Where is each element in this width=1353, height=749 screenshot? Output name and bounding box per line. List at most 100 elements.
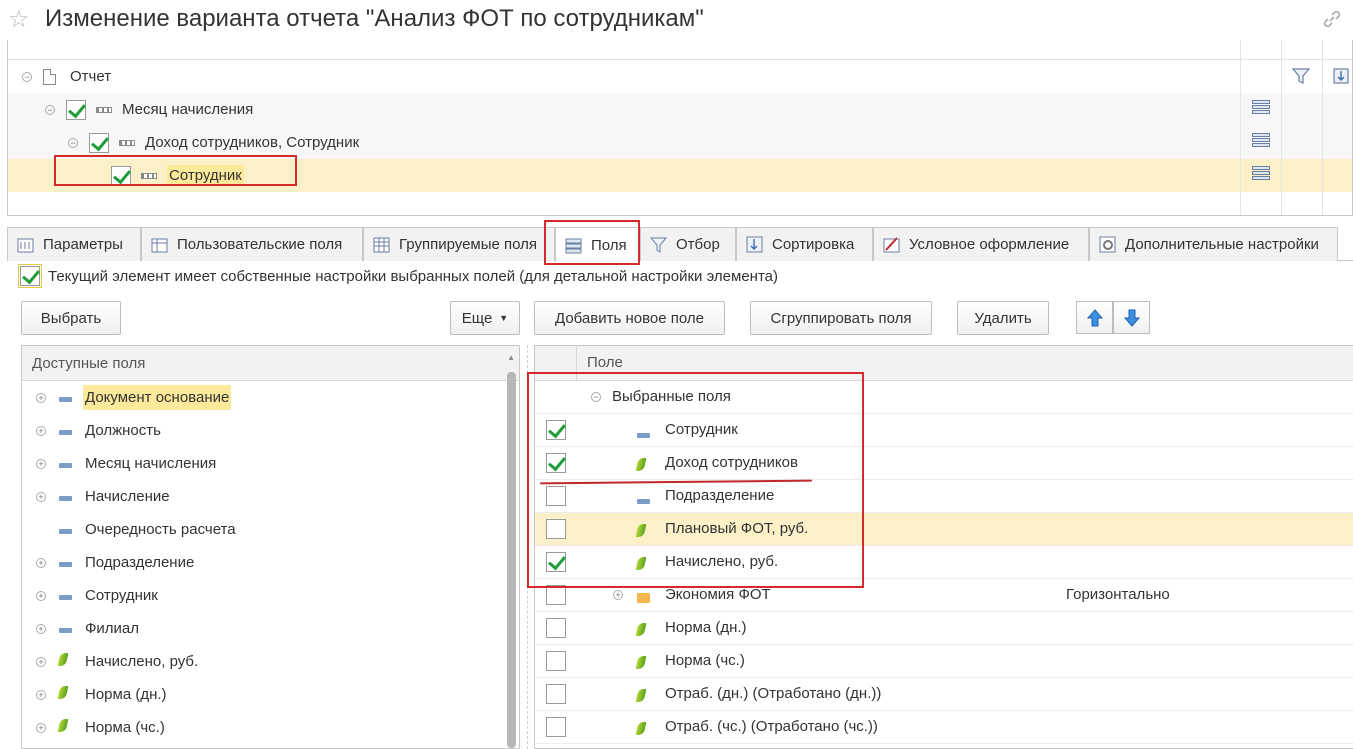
expand-icon[interactable]: + [36,656,46,667]
select-button[interactable]: Выбрать [21,301,121,335]
tab-label: Отбор [676,236,720,253]
expand-icon[interactable]: + [36,722,46,733]
delete-button[interactable]: Удалить [957,301,1049,335]
folder-icon [637,593,650,603]
available-field-label: Начисление [85,488,170,505]
expand-icon[interactable]: + [36,458,46,469]
tab-sorting[interactable]: Сортировка [736,227,873,261]
scroll-up-icon[interactable]: ▲ [507,353,515,362]
title-bar: ☆ Изменение варианта отчета "Анализ ФОТ … [0,0,1353,40]
table-settings-icon[interactable] [1252,100,1270,118]
field-icon-wrapper [57,686,69,703]
link-icon[interactable] [1321,8,1343,30]
field-icon-wrapper [637,590,650,607]
table-settings-icon[interactable] [1252,133,1270,151]
sort-icon[interactable] [1332,67,1350,85]
expand-icon[interactable]: + [36,557,46,568]
structure-row-report[interactable]: − Отчет [8,60,1352,93]
scrollbar[interactable] [507,372,516,748]
expand-icon[interactable]: + [36,689,46,700]
button-label: Добавить новое поле [555,309,704,327]
available-field-item[interactable]: + Подразделение [22,546,506,579]
available-field-item[interactable]: + Норма (дн.) [22,678,506,711]
field-icon-wrapper [59,389,72,406]
expand-icon[interactable]: + [36,425,46,436]
tab-filter[interactable]: Отбор [640,227,736,261]
annotation-highlight-box [527,372,864,588]
field-checkbox[interactable] [546,717,566,737]
add-new-field-button[interactable]: Добавить новое поле [534,301,725,335]
available-field-item[interactable]: + Документ основание [22,381,506,414]
favorite-star-icon[interactable]: ☆ [8,5,30,34]
selected-field-row[interactable]: Отраб. (дн.) (Отработано (дн.)) [535,678,1353,711]
tab-conditional-formatting[interactable]: Условное оформление [873,227,1089,261]
structure-item-checkbox[interactable] [66,99,86,120]
annotation-highlight-box [544,220,640,265]
group-fields-button[interactable]: Сгруппировать поля [750,301,932,335]
checkbox-cell [546,618,566,642]
selected-field-label: Отраб. (дн.) (Отработано (дн.)) [665,685,882,702]
column-separator [1240,40,1241,215]
collapse-icon[interactable]: − [45,104,55,115]
report-document-icon [43,68,56,85]
tab-label: Параметры [43,236,123,253]
move-down-button[interactable] [1113,301,1150,334]
column-separator [1322,40,1323,215]
button-label: Сгруппировать поля [770,309,912,327]
own-settings-option[interactable]: Текущий элемент имеет собственные настро… [18,264,778,288]
user-fields-icon [151,236,168,253]
filter-icon[interactable] [1291,67,1311,85]
expand-icon[interactable]: + [36,590,46,601]
gear-icon [1099,236,1116,253]
resource-icon [635,689,647,702]
own-settings-checkbox[interactable] [18,264,42,288]
report-structure-tree: − Отчет − Месяц начисления − Доход сотру… [7,40,1353,216]
available-field-item[interactable]: + Сотрудник [22,579,506,612]
field-icon-wrapper [59,521,72,538]
selected-field-label: Отраб. (чс.) (Отработано (чс.)) [665,718,878,735]
field-checkbox[interactable] [546,651,566,671]
table-settings-icon[interactable] [1252,166,1270,184]
selected-field-label: Экономия ФОТ [665,586,771,603]
field-checkbox[interactable] [546,585,566,605]
tab-user-fields[interactable]: Пользовательские поля [141,227,363,261]
available-field-item[interactable]: Очередность расчета [22,513,506,546]
expand-icon[interactable]: + [36,491,46,502]
collapse-icon[interactable]: − [22,71,32,82]
grouping-icon [96,106,112,113]
attribute-icon [59,562,72,567]
field-icon-wrapper [635,623,647,640]
more-button[interactable]: Еще ▼ [450,301,520,335]
selected-field-label: Норма (дн.) [665,619,747,636]
available-field-label: Документ основание [83,385,232,410]
available-field-item[interactable]: + Должность [22,414,506,447]
selected-field-row[interactable]: Норма (чс.) [535,645,1353,678]
selected-field-label: Норма (чс.) [665,652,745,669]
arrow-down-icon [1123,309,1140,327]
tab-label: Условное оформление [909,236,1070,253]
collapse-icon[interactable]: − [68,137,78,148]
available-field-label: Сотрудник [85,587,158,604]
available-field-item[interactable]: + Начислено, руб. [22,645,506,678]
structure-row-month[interactable]: − Месяц начисления [8,93,1352,126]
available-field-item[interactable]: + Филиал [22,612,506,645]
available-field-item[interactable]: + Месяц начисления [22,447,506,480]
available-field-item[interactable]: + Начисление [22,480,506,513]
field-checkbox[interactable] [546,684,566,704]
move-up-button[interactable] [1076,301,1113,334]
selected-field-row[interactable]: Отраб. (чс.) (Отработано (чс.)) [535,711,1353,744]
resource-icon [57,686,69,699]
expand-icon[interactable]: + [36,392,46,403]
parameters-icon [17,236,34,253]
tab-parameters[interactable]: Параметры [7,227,141,261]
tab-label: Группируемые поля [399,236,538,253]
expand-icon[interactable]: + [36,623,46,634]
available-field-label: Начислено, руб. [85,653,199,670]
tab-grouped-fields[interactable]: Группируемые поля [363,227,555,261]
structure-item-checkbox[interactable] [89,132,109,153]
expand-icon[interactable]: + [613,590,623,600]
selected-field-row[interactable]: Норма (дн.) [535,612,1353,645]
available-field-item[interactable]: + Норма (чс.) [22,711,506,744]
tab-additional-settings[interactable]: Дополнительные настройки [1089,227,1338,261]
field-checkbox[interactable] [546,618,566,638]
